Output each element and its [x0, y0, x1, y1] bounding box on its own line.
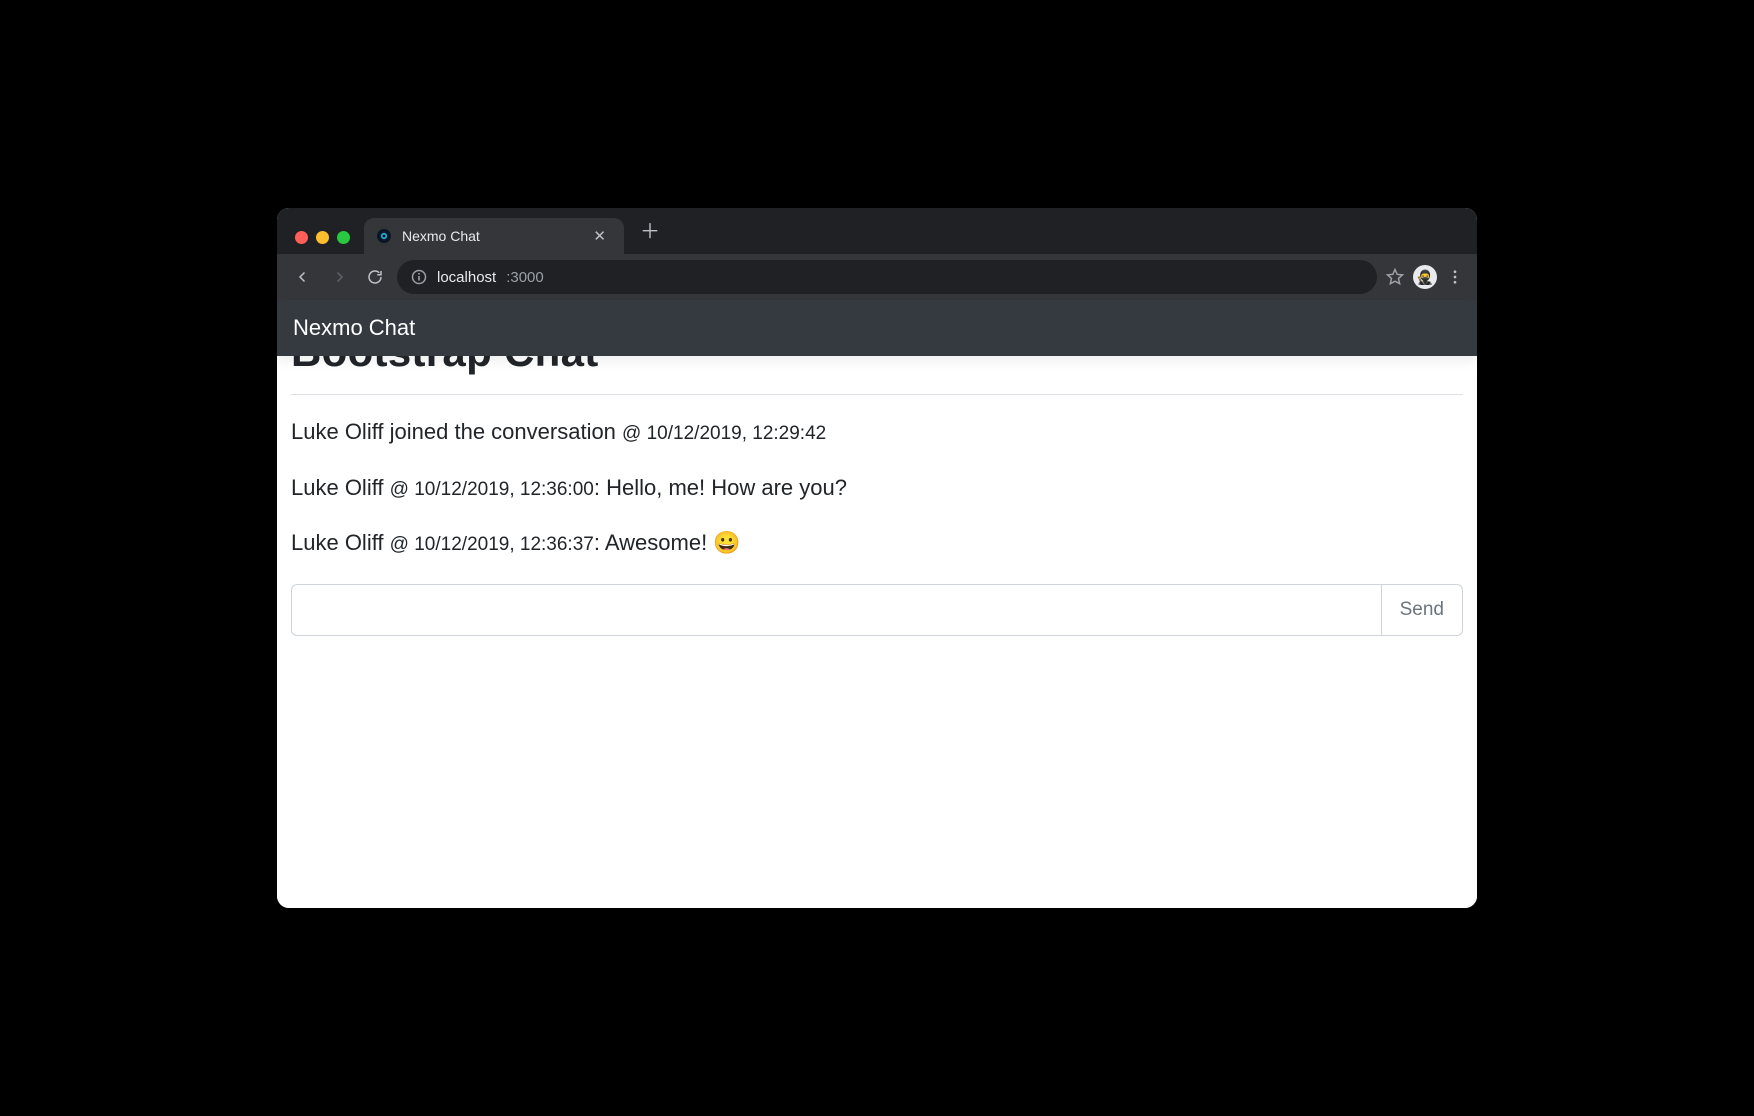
star-icon	[1385, 267, 1405, 287]
message-text: : Awesome! 😀	[594, 530, 741, 555]
message-timestamp: @ 10/12/2019, 12:36:00	[390, 479, 594, 500]
site-info-icon[interactable]	[411, 269, 427, 285]
back-button[interactable]	[289, 263, 317, 291]
chat-message: Luke Oliff joined the conversation @ 10/…	[291, 417, 1463, 447]
tab-title: Nexmo Chat	[402, 228, 579, 244]
message-user: Luke Oliff	[291, 475, 384, 500]
url-host: localhost	[437, 269, 496, 286]
message-user: Luke Oliff	[291, 530, 384, 555]
message-text: : Hello, me! How are you?	[594, 475, 847, 500]
message-timestamp: @ 10/12/2019, 12:29:42	[622, 423, 826, 444]
message-user: Luke Oliff	[291, 419, 384, 444]
kebab-icon	[1446, 268, 1464, 286]
address-bar[interactable]: localhost :3000	[397, 260, 1377, 294]
minimize-window-icon[interactable]	[316, 231, 329, 244]
fullscreen-window-icon[interactable]	[337, 231, 350, 244]
forward-button[interactable]	[325, 263, 353, 291]
divider	[291, 394, 1463, 395]
arrow-left-icon	[294, 268, 312, 286]
window-controls	[289, 231, 356, 254]
message-verb: joined the conversation	[384, 419, 623, 444]
chat-message: Luke Oliff @ 10/12/2019, 12:36:00: Hello…	[291, 473, 1463, 503]
arrow-right-icon	[330, 268, 348, 286]
titlebar: Nexmo Chat ✕ ＋ localhost :3000	[277, 208, 1477, 300]
close-tab-icon[interactable]: ✕	[589, 225, 610, 247]
toolbar: localhost :3000 🥷	[277, 254, 1477, 300]
reload-button[interactable]	[361, 263, 389, 291]
chat-message: Luke Oliff @ 10/12/2019, 12:36:37: Aweso…	[291, 528, 1463, 558]
browser-window: Nexmo Chat ✕ ＋ localhost :3000	[277, 208, 1477, 908]
reload-icon	[366, 268, 384, 286]
navbar-brand: Nexmo Chat	[293, 315, 415, 341]
app-navbar: Nexmo Chat	[277, 300, 1477, 356]
bookmark-button[interactable]	[1385, 267, 1405, 287]
compose-row: Send	[291, 584, 1463, 636]
send-button[interactable]: Send	[1381, 584, 1463, 636]
url-port: :3000	[506, 269, 544, 286]
tabstrip: Nexmo Chat ✕ ＋	[277, 208, 1477, 254]
page-content: Bootstrap Chat Luke Oliff joined the con…	[277, 356, 1477, 652]
new-tab-button[interactable]: ＋	[632, 211, 668, 254]
profile-avatar[interactable]: 🥷	[1413, 265, 1437, 289]
message-input[interactable]	[291, 584, 1381, 636]
page: Nexmo Chat Bootstrap Chat Luke Oliff joi…	[277, 300, 1477, 908]
browser-menu-button[interactable]	[1445, 268, 1465, 286]
favicon-icon	[376, 228, 392, 244]
message-list: Luke Oliff joined the conversation @ 10/…	[291, 417, 1463, 558]
browser-tab[interactable]: Nexmo Chat ✕	[364, 218, 624, 254]
message-timestamp: @ 10/12/2019, 12:36:37	[390, 534, 594, 555]
close-window-icon[interactable]	[295, 231, 308, 244]
